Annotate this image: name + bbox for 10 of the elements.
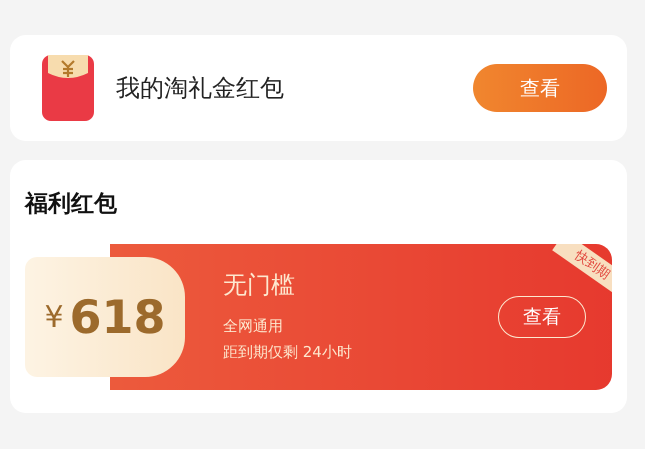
coupon-expiry: 距到期仅剩 24小时 bbox=[223, 342, 353, 363]
currency-symbol: ¥ bbox=[44, 300, 64, 334]
coupon-scope: 全网通用 bbox=[223, 316, 284, 337]
coupon-name: 无门槛 bbox=[223, 270, 296, 301]
section-title: 福利红包 bbox=[25, 190, 118, 219]
coupon-amount: 618 bbox=[70, 290, 166, 344]
wallet-title: 我的淘礼金红包 bbox=[116, 73, 285, 104]
view-button[interactable]: 查看 bbox=[473, 64, 607, 112]
envelope-icon bbox=[40, 53, 96, 123]
view-button[interactable]: 查看 bbox=[498, 296, 586, 338]
